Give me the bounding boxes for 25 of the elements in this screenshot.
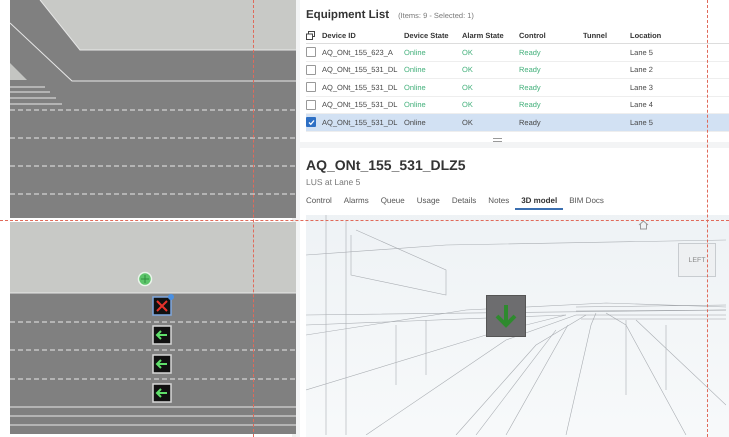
tab[interactable]: Control [306,195,338,210]
lane-closed-sign-icon[interactable] [152,294,174,316]
tab[interactable]: Usage [410,195,446,210]
left-arrow-sign-icon[interactable] [152,325,172,345]
left-arrow-sign-icon[interactable] [152,354,172,374]
resize-handle-icon[interactable] [493,138,502,142]
home-icon[interactable] [638,220,649,230]
traffic-island [10,63,27,80]
location-marker-icon[interactable] [138,272,152,286]
row-checkbox[interactable] [306,47,316,58]
tab[interactable]: Alarms [338,195,375,210]
columns-icon[interactable] [306,30,315,40]
tab[interactable]: Details [446,195,482,210]
tab[interactable]: 3D model [515,195,564,210]
list-title: Equipment List [306,9,390,21]
device-subtitle: LUS at Lane 5 [306,177,362,187]
row-checkbox[interactable] [306,100,316,110]
row-checkbox[interactable] [306,64,316,75]
tab[interactable]: BIM Docs [563,195,610,210]
tab[interactable]: Notes [482,195,516,210]
row-checkbox[interactable] [306,117,316,128]
left-arrow-sign-icon[interactable] [152,383,172,403]
row-checkbox[interactable] [306,82,316,92]
device-title: AQ_ONt_155_531_DLZ5 [306,157,467,173]
tab[interactable]: Queue [374,195,411,210]
